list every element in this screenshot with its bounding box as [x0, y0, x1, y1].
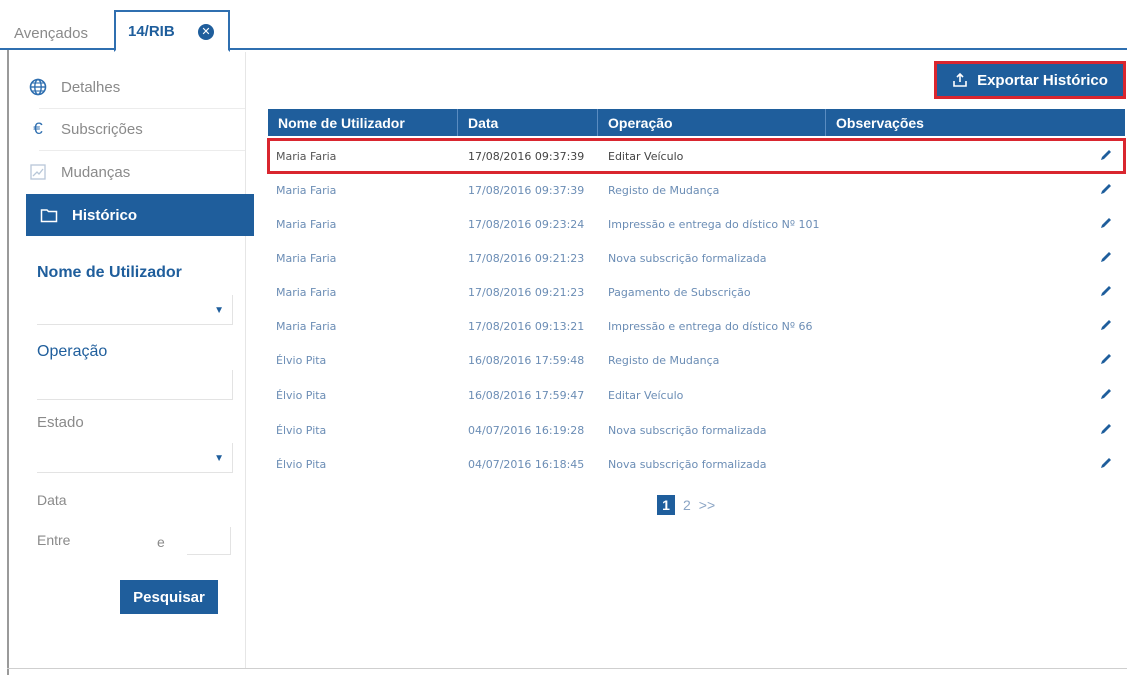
- export-label: Exportar Histórico: [977, 71, 1108, 89]
- sidebar: Detalhes € Subscrições Mudanças Históric…: [9, 52, 254, 668]
- column-header-operation[interactable]: Operação: [598, 109, 826, 136]
- cell-date: 17/08/2016 09:13:21: [468, 319, 585, 333]
- pencil-icon[interactable]: [1099, 250, 1113, 264]
- cell-operation: Nova subscrição formalizada: [608, 423, 767, 437]
- cell-user: Maria Faria: [276, 149, 337, 163]
- sidebar-item-label: Detalhes: [61, 78, 121, 96]
- date-filter-label: Data: [37, 492, 67, 508]
- globe-icon: [27, 76, 49, 98]
- caret-down-icon: ▼: [214, 453, 224, 464]
- pencil-icon[interactable]: [1099, 284, 1113, 298]
- cell-date: 17/08/2016 09:21:23: [468, 285, 585, 299]
- export-history-button[interactable]: Exportar Histórico: [934, 61, 1126, 99]
- operation-filter-label: Operação: [37, 343, 108, 360]
- tab-label: 14/RIB: [128, 22, 175, 40]
- pagination: 1 2 >>: [657, 495, 723, 515]
- tab-bar: Avençados 14/RIB ✕: [0, 0, 1127, 52]
- table-row[interactable]: Élvio Pita 04/07/2016 16:18:45 Nova subs…: [268, 447, 1125, 481]
- user-filter-label: Nome de Utilizador: [37, 264, 182, 281]
- state-select[interactable]: ▼: [37, 443, 233, 473]
- state-filter-label: Estado: [37, 414, 84, 431]
- cell-operation: Editar Veículo: [608, 388, 684, 402]
- table-row[interactable]: Maria Faria 17/08/2016 09:37:39 Registo …: [268, 173, 1125, 207]
- table-row[interactable]: Élvio Pita 16/08/2016 17:59:47 Editar Ve…: [268, 378, 1125, 412]
- page-link[interactable]: 2: [683, 497, 691, 513]
- cell-user: Maria Faria: [276, 251, 337, 265]
- sidebar-item-mudancas[interactable]: Mudanças: [27, 151, 245, 193]
- pencil-icon[interactable]: [1099, 352, 1113, 366]
- sidebar-item-subscricoes[interactable]: € Subscrições: [27, 108, 245, 150]
- next-page-link[interactable]: >>: [699, 497, 715, 513]
- cell-date: 04/07/2016 16:18:45: [468, 457, 585, 471]
- folder-icon: [38, 204, 60, 226]
- cell-date: 17/08/2016 09:21:23: [468, 251, 585, 265]
- pencil-icon[interactable]: [1099, 318, 1113, 332]
- table-row[interactable]: Élvio Pita 16/08/2016 17:59:48 Registo d…: [268, 343, 1125, 377]
- table-row[interactable]: Maria Faria 17/08/2016 09:21:23 Pagament…: [268, 275, 1125, 309]
- tab-label: Avençados: [14, 25, 88, 42]
- table-row[interactable]: Maria Faria 17/08/2016 09:23:24 Impressã…: [268, 207, 1125, 241]
- cell-user: Élvio Pita: [276, 353, 327, 367]
- table-row[interactable]: Élvio Pita 04/07/2016 16:19:28 Nova subs…: [268, 413, 1125, 447]
- column-header-date[interactable]: Data: [458, 109, 598, 136]
- broken-image-icon: [27, 161, 49, 183]
- search-button[interactable]: Pesquisar: [120, 580, 218, 614]
- cell-operation: Registo de Mudança: [608, 183, 720, 197]
- cell-user: Maria Faria: [276, 217, 337, 231]
- cell-user: Maria Faria: [276, 183, 337, 197]
- cell-user: Élvio Pita: [276, 457, 327, 471]
- close-icon[interactable]: ✕: [198, 24, 214, 40]
- cell-user: Élvio Pita: [276, 388, 327, 402]
- cell-operation: Impressão e entrega do dístico Nº 66: [608, 319, 813, 333]
- cell-date: 04/07/2016 16:19:28: [468, 423, 585, 437]
- cell-user: Maria Faria: [276, 285, 337, 299]
- tab-14-rib[interactable]: 14/RIB ✕: [114, 10, 230, 52]
- page-current[interactable]: 1: [657, 495, 675, 515]
- operation-input[interactable]: [37, 370, 233, 400]
- cell-operation: Impressão e entrega do dístico Nº 101: [608, 217, 820, 231]
- cell-date: 16/08/2016 17:59:48: [468, 353, 585, 367]
- euro-icon: €: [33, 119, 43, 138]
- sidebar-item-label: Mudanças: [61, 163, 131, 181]
- table-row[interactable]: Maria Faria 17/08/2016 09:21:23 Nova sub…: [268, 241, 1125, 275]
- tab-avencados[interactable]: Avençados: [8, 17, 94, 50]
- pencil-icon[interactable]: [1099, 216, 1113, 230]
- cell-user: Élvio Pita: [276, 423, 327, 437]
- user-select[interactable]: ▼: [37, 295, 233, 325]
- sidebar-item-label: Histórico: [72, 206, 138, 224]
- cell-operation: Nova subscrição formalizada: [608, 251, 767, 265]
- between-label: Entre: [37, 532, 71, 548]
- pencil-icon[interactable]: [1099, 387, 1113, 401]
- cell-date: 16/08/2016 17:59:47: [468, 388, 585, 402]
- cell-operation: Nova subscrição formalizada: [608, 457, 767, 471]
- column-header-observations[interactable]: Observações: [826, 109, 1125, 136]
- cell-operation: Pagamento de Subscrição: [608, 285, 751, 299]
- cell-date: 17/08/2016 09:37:39: [468, 149, 585, 163]
- sidebar-item-detalhes[interactable]: Detalhes: [27, 66, 245, 108]
- pencil-icon[interactable]: [1099, 148, 1113, 162]
- sidebar-item-historico[interactable]: Histórico: [26, 194, 254, 236]
- and-label: e: [157, 534, 165, 550]
- column-header-user[interactable]: Nome de Utilizador: [268, 109, 458, 136]
- pencil-icon[interactable]: [1099, 456, 1113, 470]
- cell-user: Maria Faria: [276, 319, 337, 333]
- date-range: Entre e: [37, 527, 233, 557]
- pencil-icon[interactable]: [1099, 422, 1113, 436]
- cell-operation: Editar Veículo: [608, 149, 684, 163]
- cell-date: 17/08/2016 09:37:39: [468, 183, 585, 197]
- cell-operation: Registo de Mudança: [608, 353, 720, 367]
- cell-date: 17/08/2016 09:23:24: [468, 217, 585, 231]
- upload-icon: [952, 72, 968, 88]
- date-to-input[interactable]: [187, 527, 231, 555]
- sidebar-item-label: Subscrições: [61, 120, 143, 138]
- table-row[interactable]: Maria Faria 17/08/2016 09:13:21 Impressã…: [268, 309, 1125, 343]
- caret-down-icon: ▼: [214, 305, 224, 316]
- pencil-icon[interactable]: [1099, 182, 1113, 196]
- table-header: Nome de Utilizador Data Operação Observa…: [268, 109, 1125, 136]
- frame-bottom-border: [7, 668, 1127, 669]
- table-row[interactable]: Maria Faria 17/08/2016 09:37:39 Editar V…: [267, 138, 1126, 174]
